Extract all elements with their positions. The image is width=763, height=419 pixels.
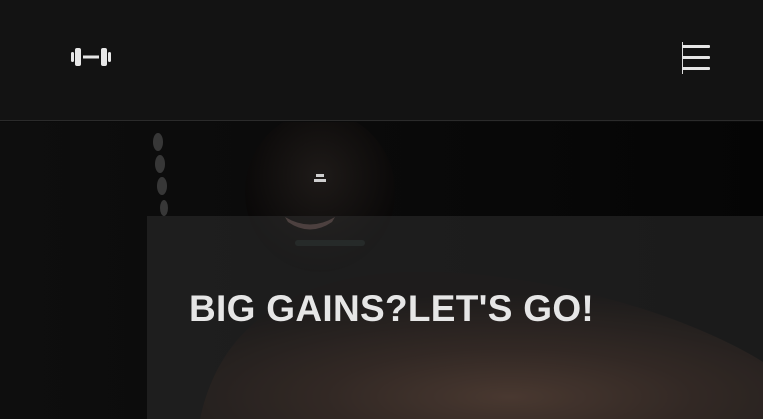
menu-line: [682, 45, 710, 48]
menu-line: [682, 56, 710, 59]
hamburger-menu-icon[interactable]: [680, 40, 712, 76]
site-header: [0, 0, 763, 121]
hero-section: BIG GAINS?LET'S GO!: [0, 122, 763, 419]
dumbbell-icon[interactable]: [70, 45, 112, 69]
page: BIG GAINS?LET'S GO!: [0, 0, 763, 419]
menu-line: [682, 67, 710, 70]
hero-title: BIG GAINS?LET'S GO!: [189, 288, 595, 329]
